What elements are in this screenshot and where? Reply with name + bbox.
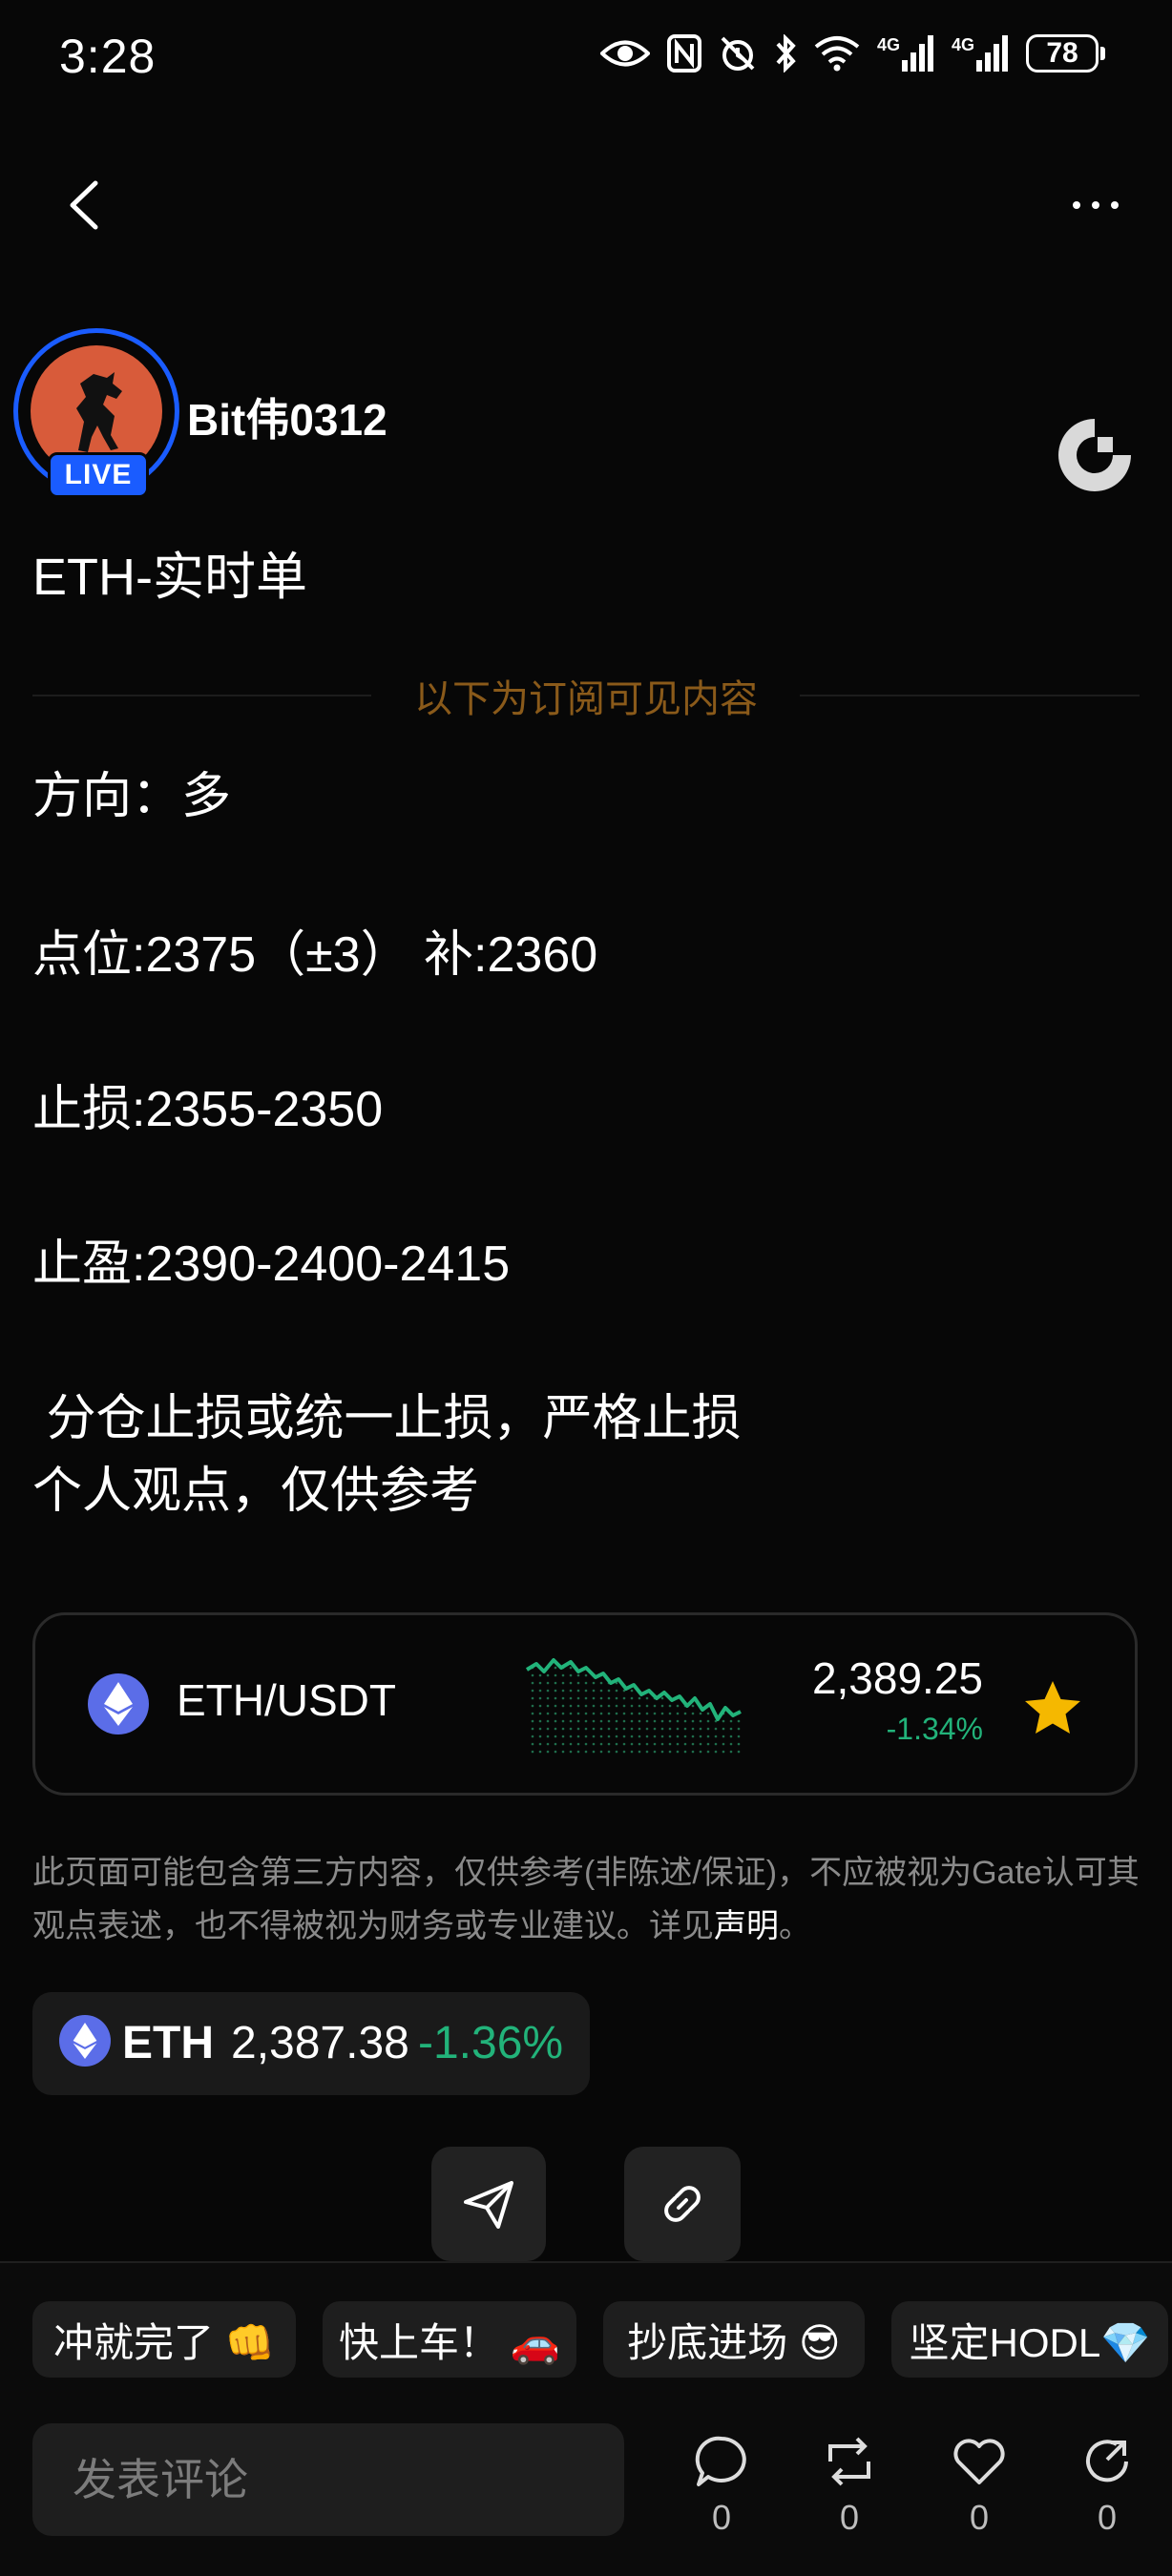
post-stoploss: 止损:2355-2350: [32, 1082, 384, 1137]
comment-input[interactable]: [32, 2423, 624, 2536]
send-icon: [464, 2181, 513, 2229]
link-icon: [664, 2186, 701, 2222]
chevron-left-icon: [70, 180, 98, 230]
author-name[interactable]: Bit伟0312: [187, 385, 387, 448]
ticker-change: -1.34%: [886, 1712, 983, 1746]
network-type-1: 4G: [876, 35, 900, 54]
ticker-pair: ETH/USDT: [177, 1675, 396, 1725]
post-takeprofit: 止盈:2390-2400-2415: [32, 1236, 511, 1292]
chip-change: -1.36%: [418, 2018, 564, 2068]
comment-icon: [695, 2436, 746, 2486]
live-badge: LIVE: [48, 452, 149, 498]
subscription-divider: 以下为订阅可见内容: [414, 678, 758, 720]
repost-action[interactable]: 0: [811, 2433, 888, 2538]
sparkline-chart: [525, 1658, 742, 1755]
eth-icon: [88, 1673, 149, 1735]
more-dot-icon: [1092, 201, 1099, 209]
disclaimer-link[interactable]: 声明: [714, 1908, 779, 1944]
comment-count: 0: [711, 2498, 732, 2537]
favorite-star-button[interactable]: [1019, 1675, 1086, 1742]
ticker-price: 2,389.25: [811, 1653, 983, 1703]
refresh-icon: [1058, 419, 1131, 491]
post-note-2: 个人观点，仅供参考: [32, 1464, 480, 1519]
quick-reply-2[interactable]: 快上车！ 🚗: [323, 2301, 576, 2378]
chip-symbol: ETH: [122, 2018, 214, 2068]
like-action[interactable]: 0: [941, 2433, 1017, 2538]
battery-level: 78: [1026, 34, 1099, 73]
wifi-icon: [814, 36, 860, 72]
copy-link-button[interactable]: [624, 2147, 741, 2261]
heart-icon: [953, 2439, 1005, 2484]
ticker-coin: [88, 1673, 149, 1735]
share-count: 0: [1097, 2498, 1118, 2537]
post-direction: 方向：多: [32, 769, 232, 824]
star-icon: [1025, 1681, 1080, 1734]
battery-indicator: 78: [1026, 34, 1105, 73]
bluetooth-icon: [776, 34, 796, 73]
comment-action[interactable]: 0: [683, 2433, 760, 2538]
signal-2-icon: 4G: [952, 35, 1009, 72]
share-action[interactable]: 0: [1069, 2433, 1145, 2538]
quick-reply-1[interactable]: 冲就完了 👊: [32, 2301, 296, 2378]
nfc-icon: [666, 34, 701, 73]
eye-icon: [599, 40, 650, 67]
share-icon: [1086, 2440, 1128, 2483]
repost-count: 0: [839, 2498, 860, 2537]
status-icons: 4G 4G 78: [599, 34, 1105, 73]
disclaimer: 此页面可能包含第三方内容，仅供参考(非陈述/保证)，不应被视为Gate认可其观点…: [32, 1846, 1140, 1953]
eth-icon: [59, 2015, 111, 2067]
quick-reply-3[interactable]: 抄底进场 😎: [603, 2301, 865, 2378]
send-button[interactable]: [431, 2147, 546, 2261]
repost-icon: [828, 2437, 870, 2486]
post-entry: 点位:2375（±3） 补:2360: [32, 927, 598, 983]
refresh-button[interactable]: [1054, 414, 1136, 496]
chip-price: 2,387.38: [231, 2018, 409, 2068]
post-title: ETH-实时单: [32, 549, 307, 606]
alarm-off-icon: [721, 36, 755, 71]
avatar[interactable]: LIVE: [13, 328, 179, 498]
quick-reply-4[interactable]: 坚定HODL💎: [891, 2301, 1168, 2378]
chip-coin: [59, 2015, 111, 2067]
more-dot-icon: [1073, 201, 1080, 209]
disclaimer-end: 。: [779, 1908, 811, 1944]
like-count: 0: [969, 2498, 990, 2537]
post-note-1: 分仓止损或统一止损，严格止损: [32, 1391, 742, 1446]
network-type-2: 4G: [951, 35, 974, 54]
signal-1-icon: 4G: [877, 35, 934, 72]
back-button[interactable]: [57, 172, 115, 239]
disclaimer-text: 此页面可能包含第三方内容，仅供参考(非陈述/保证)，不应被视为Gate认可其观点…: [32, 1855, 1140, 1944]
more-options-button[interactable]: [1057, 186, 1134, 224]
status-time: 3:28: [59, 30, 157, 83]
more-dot-icon: [1111, 201, 1119, 209]
